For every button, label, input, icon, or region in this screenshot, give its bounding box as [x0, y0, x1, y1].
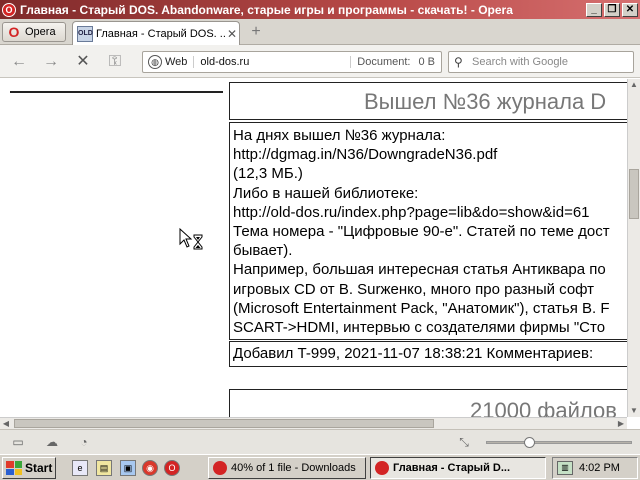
article-line: Например, большая интересная статья Анти…: [233, 261, 606, 279]
scroll-down-arrow-icon[interactable]: ▼: [628, 405, 640, 417]
document-size-value: 0 B: [418, 56, 435, 68]
opera-menu-button[interactable]: O Opera: [2, 22, 66, 42]
article-title[interactable]: Вышел №36 журнала D: [364, 89, 606, 115]
panel-toggle-icon[interactable]: ▭: [10, 435, 26, 449]
quicklaunch-firefox-icon[interactable]: ◉: [142, 460, 158, 476]
left-column-divider: [10, 91, 223, 93]
task-label: Главная - Старый D...: [393, 462, 511, 474]
vertical-scroll-thumb[interactable]: [629, 169, 639, 219]
window-title: Главная - Старый DOS. Abandonware, стары…: [20, 2, 513, 17]
search-field[interactable]: ⚲ Search with Google: [448, 51, 634, 73]
article-link[interactable]: http://old-dos.ru/index.php?page=lib&do=…: [233, 203, 610, 222]
article-line: (12,3 МБ.): [233, 165, 303, 183]
start-button[interactable]: Start: [2, 457, 56, 479]
horizontal-scrollbar[interactable]: ◀ ▶: [0, 417, 627, 429]
article-text: На днях вышел №36 журнала: http://dgmag.…: [233, 126, 610, 337]
article-meta: Добавил T-999, 2021-11-07 18:38:21 Комме…: [233, 345, 594, 362]
navigation-bar: ← → ✕ ⚿ ◍ Web old-dos.ru Document: 0 B ⚲…: [0, 45, 640, 78]
quicklaunch-desktop-icon[interactable]: ▣: [120, 460, 136, 476]
address-url[interactable]: old-dos.ru: [194, 56, 350, 68]
article-footer-box: Добавил T-999, 2021-11-07 18:38:21 Комме…: [229, 341, 627, 367]
view-resize-icon[interactable]: ⤡: [456, 435, 472, 449]
site-favicon-icon: OLD: [77, 25, 93, 42]
clock[interactable]: 4:02 PM: [579, 462, 620, 474]
opera-menu-label: Opera: [25, 26, 56, 38]
scroll-up-arrow-icon[interactable]: ▲: [628, 79, 640, 91]
tab-title: Главная - Старый DOS. ...: [96, 27, 225, 40]
article-line: (Microsoft Entertainment Pack, "Анатомик…: [233, 299, 610, 317]
article-line: игровых CD от В. Surженко, много про раз…: [233, 280, 595, 298]
opera-task-icon: [213, 461, 227, 475]
task-label: 40% of 1 file - Downloads: [231, 462, 356, 474]
quicklaunch-opera-icon[interactable]: O: [164, 460, 180, 476]
address-mode-label: Web: [165, 56, 195, 68]
search-placeholder: Search with Google: [472, 56, 568, 68]
forward-button[interactable]: →: [40, 52, 62, 72]
article-line: Либо в нашей библиотеке:: [233, 184, 419, 202]
article-line: бывает).: [233, 242, 293, 260]
tab-active[interactable]: OLD Главная - Старый DOS. ... ✕: [72, 21, 240, 45]
vertical-scrollbar[interactable]: ▲ ▼: [627, 79, 640, 417]
minimize-button[interactable]: _: [586, 2, 602, 17]
start-label: Start: [25, 461, 53, 475]
busy-cursor-icon: [179, 227, 203, 250]
page-viewport[interactable]: Вышел №36 журнала D На днях вышел №36 жу…: [0, 79, 627, 417]
next-article-title-box: 21000 файлов: [229, 389, 627, 417]
scroll-right-arrow-icon[interactable]: ▶: [615, 418, 627, 429]
globe-icon: ◍: [148, 55, 162, 69]
search-icon: ⚲: [454, 55, 463, 69]
zoom-slider[interactable]: [486, 437, 632, 448]
taskbar-task-downloads[interactable]: 40% of 1 file - Downloads: [208, 457, 366, 479]
network-tray-icon[interactable]: ▥: [557, 461, 573, 475]
article-title-box: Вышел №36 журнала D: [229, 82, 627, 120]
opera-unite-cloud-icon[interactable]: ☁: [44, 435, 60, 449]
address-field[interactable]: ◍ Web old-dos.ru Document: 0 B: [142, 51, 442, 73]
taskbar-task-browser[interactable]: Главная - Старый D...: [370, 457, 546, 479]
restore-button[interactable]: ❐: [604, 2, 620, 17]
article-link[interactable]: http://dgmag.in/N36/DowngradeN36.pdf: [233, 145, 610, 164]
system-tray: ▥ 4:02 PM: [552, 457, 638, 479]
new-tab-button[interactable]: +: [246, 23, 266, 41]
article-body-box: На днях вышел №36 журнала: http://dgmag.…: [229, 122, 627, 340]
quicklaunch-explorer-icon[interactable]: ▤: [96, 460, 112, 476]
windows-flag-icon: [6, 461, 22, 475]
windows-taskbar: Start e ▤ ▣ ◉ O 40% of 1 file - Download…: [0, 454, 640, 480]
quicklaunch-ie-icon[interactable]: e: [72, 460, 88, 476]
horizontal-scroll-thumb[interactable]: [14, 419, 434, 428]
scroll-left-arrow-icon[interactable]: ◀: [0, 418, 12, 429]
document-size-label: Document:: [350, 56, 418, 68]
close-window-button[interactable]: ✕: [622, 2, 638, 17]
status-bar: ▭ ☁ ◔ ⤡: [0, 429, 640, 454]
article-line: На днях вышел №36 журнала:: [233, 127, 446, 144]
article-line: Тема номера - "Цифровые 90-е". Статей по…: [233, 223, 610, 241]
opera-o-icon: O: [8, 24, 20, 40]
zoom-slider-knob[interactable]: [524, 437, 535, 448]
turbo-gauge-icon[interactable]: ◔: [76, 435, 92, 449]
opera-logo-icon: O: [2, 2, 16, 17]
back-button[interactable]: ←: [8, 52, 30, 72]
tab-close-icon[interactable]: ✕: [225, 27, 239, 41]
article-line: SCART->HDMI, интервью с создателями фирм…: [233, 319, 606, 337]
tab-bar: O Opera OLD Главная - Старый DOS. ... ✕ …: [0, 19, 640, 45]
stop-button[interactable]: ✕: [72, 52, 94, 72]
key-icon[interactable]: ⚿: [104, 52, 126, 72]
window-titlebar[interactable]: O Главная - Старый DOS. Abandonware, ста…: [0, 0, 640, 19]
next-article-title[interactable]: 21000 файлов: [470, 398, 617, 417]
opera-task-icon: [375, 461, 389, 475]
